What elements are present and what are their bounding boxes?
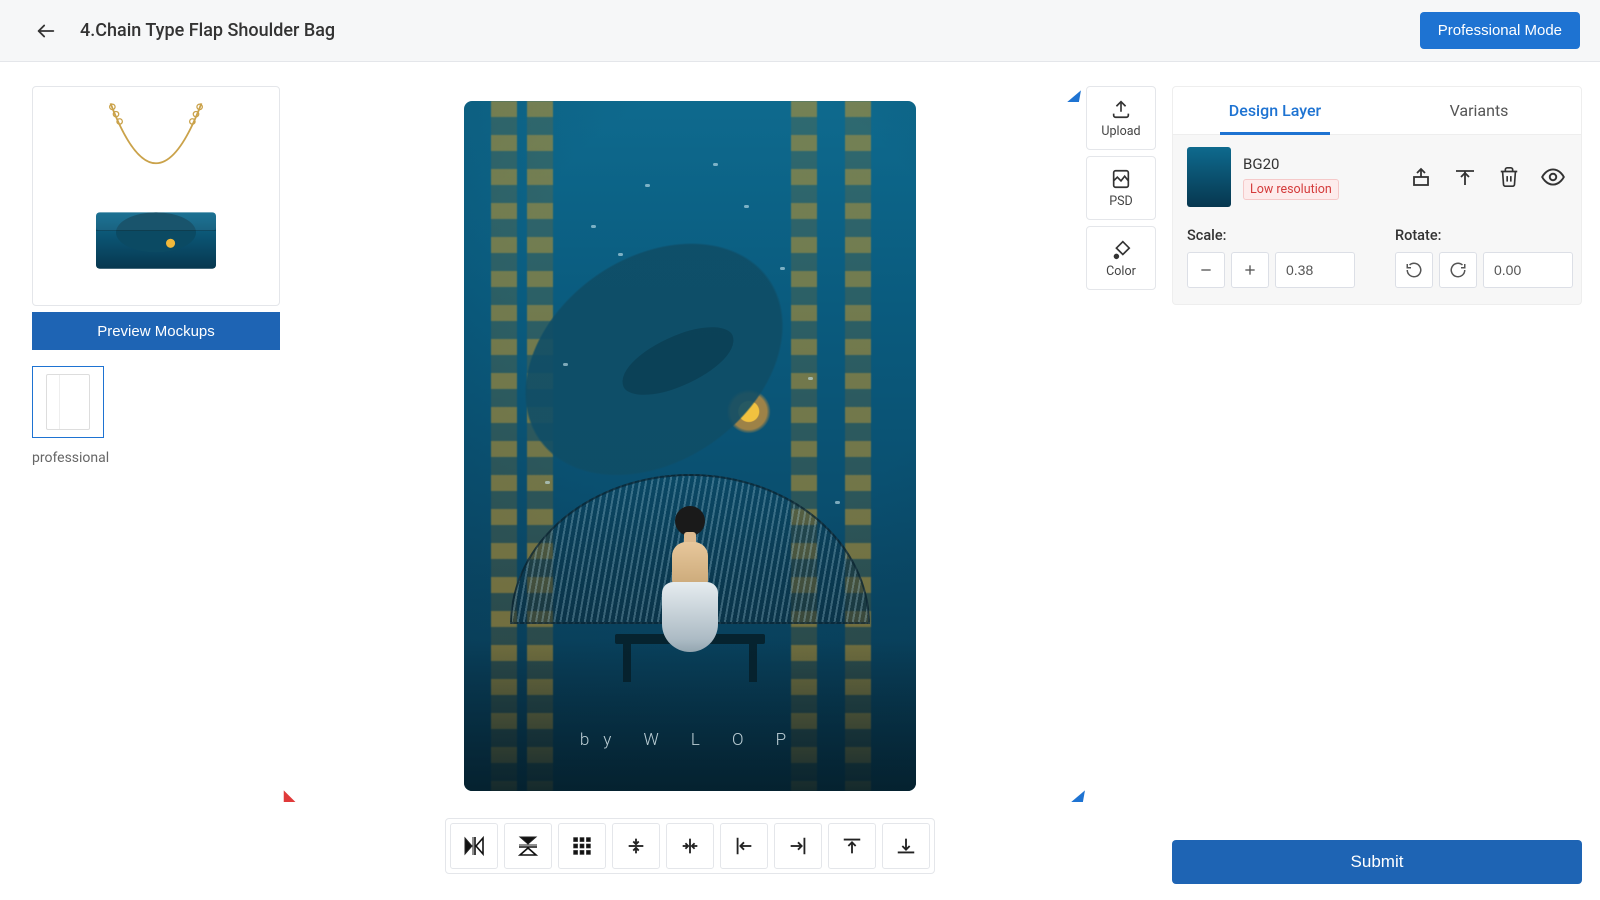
artwork-byline: by W L O P [464, 730, 916, 750]
low-resolution-badge: Low resolution [1243, 179, 1339, 200]
color-label: Color [1106, 264, 1136, 279]
app-header: 4.Chain Type Flap Shoulder Bag Professio… [0, 0, 1600, 62]
panel-tabs: Design Layer Variants [1172, 86, 1582, 135]
align-vertical-center-button[interactable] [612, 823, 660, 869]
layer-card: BG20 Low resolution [1172, 135, 1582, 305]
align-horizontal-center-button[interactable] [666, 823, 714, 869]
design-artwork[interactable]: by W L O P [464, 101, 916, 791]
product-preview [32, 86, 280, 306]
preview-mockups-button[interactable]: Preview Mockups [32, 312, 280, 350]
transform-toolbar [445, 818, 935, 874]
professional-mode-button[interactable]: Professional Mode [1420, 12, 1580, 49]
upload-button[interactable]: Upload [1086, 86, 1156, 150]
psd-label: PSD [1109, 194, 1133, 209]
template-thumbnail[interactable] [32, 366, 104, 438]
align-bottom-button[interactable] [882, 823, 930, 869]
crop-mark-bottom-left: ◣ [284, 788, 295, 804]
left-sidebar: Preview Mockups professional [0, 62, 300, 900]
color-button[interactable]: Color [1086, 226, 1156, 290]
rotate-input[interactable] [1483, 252, 1573, 288]
align-right-button[interactable] [774, 823, 822, 869]
right-panel: Design Layer Variants BG20 Low resolutio… [1162, 62, 1600, 900]
rotate-label: Rotate: [1395, 227, 1573, 244]
psd-icon [1110, 168, 1132, 190]
flip-vertical-button[interactable] [504, 823, 552, 869]
submit-button[interactable]: Submit [1172, 840, 1582, 884]
back-arrow-icon[interactable] [32, 17, 60, 45]
crop-mark-top-right: ◢ [1068, 88, 1082, 104]
rotate-control: Rotate: [1395, 227, 1573, 288]
layer-visibility-icon[interactable] [1539, 163, 1567, 191]
tab-design-layer[interactable]: Design Layer [1173, 87, 1377, 134]
upload-label: Upload [1101, 124, 1140, 139]
layer-thumbnail[interactable] [1187, 147, 1231, 207]
align-top-button[interactable] [828, 823, 876, 869]
flip-horizontal-button[interactable] [450, 823, 498, 869]
align-left-button[interactable] [720, 823, 768, 869]
layer-bring-forward-icon[interactable] [1407, 163, 1435, 191]
upload-icon [1110, 98, 1132, 120]
bag-mockup-image [56, 96, 256, 296]
layer-center-icon[interactable] [1451, 163, 1479, 191]
paint-bucket-icon [1110, 238, 1132, 260]
canvas-area: by W L O P ◢ ◣ ◢ [300, 62, 1080, 900]
scale-decrement-button[interactable] [1187, 252, 1225, 288]
scale-input[interactable] [1275, 252, 1355, 288]
scale-label: Scale: [1187, 227, 1355, 244]
rotate-ccw-button[interactable] [1395, 252, 1433, 288]
page-title: 4.Chain Type Flap Shoulder Bag [80, 20, 335, 41]
scale-increment-button[interactable] [1231, 252, 1269, 288]
layer-delete-icon[interactable] [1495, 163, 1523, 191]
layer-name: BG20 [1243, 155, 1339, 173]
template-label: professional [32, 450, 109, 466]
rotate-cw-button[interactable] [1439, 252, 1477, 288]
tile-button[interactable] [558, 823, 606, 869]
side-tools: Upload PSD Color [1080, 62, 1162, 900]
psd-button[interactable]: PSD [1086, 156, 1156, 220]
tab-variants[interactable]: Variants [1377, 87, 1581, 134]
scale-control: Scale: [1187, 227, 1355, 288]
